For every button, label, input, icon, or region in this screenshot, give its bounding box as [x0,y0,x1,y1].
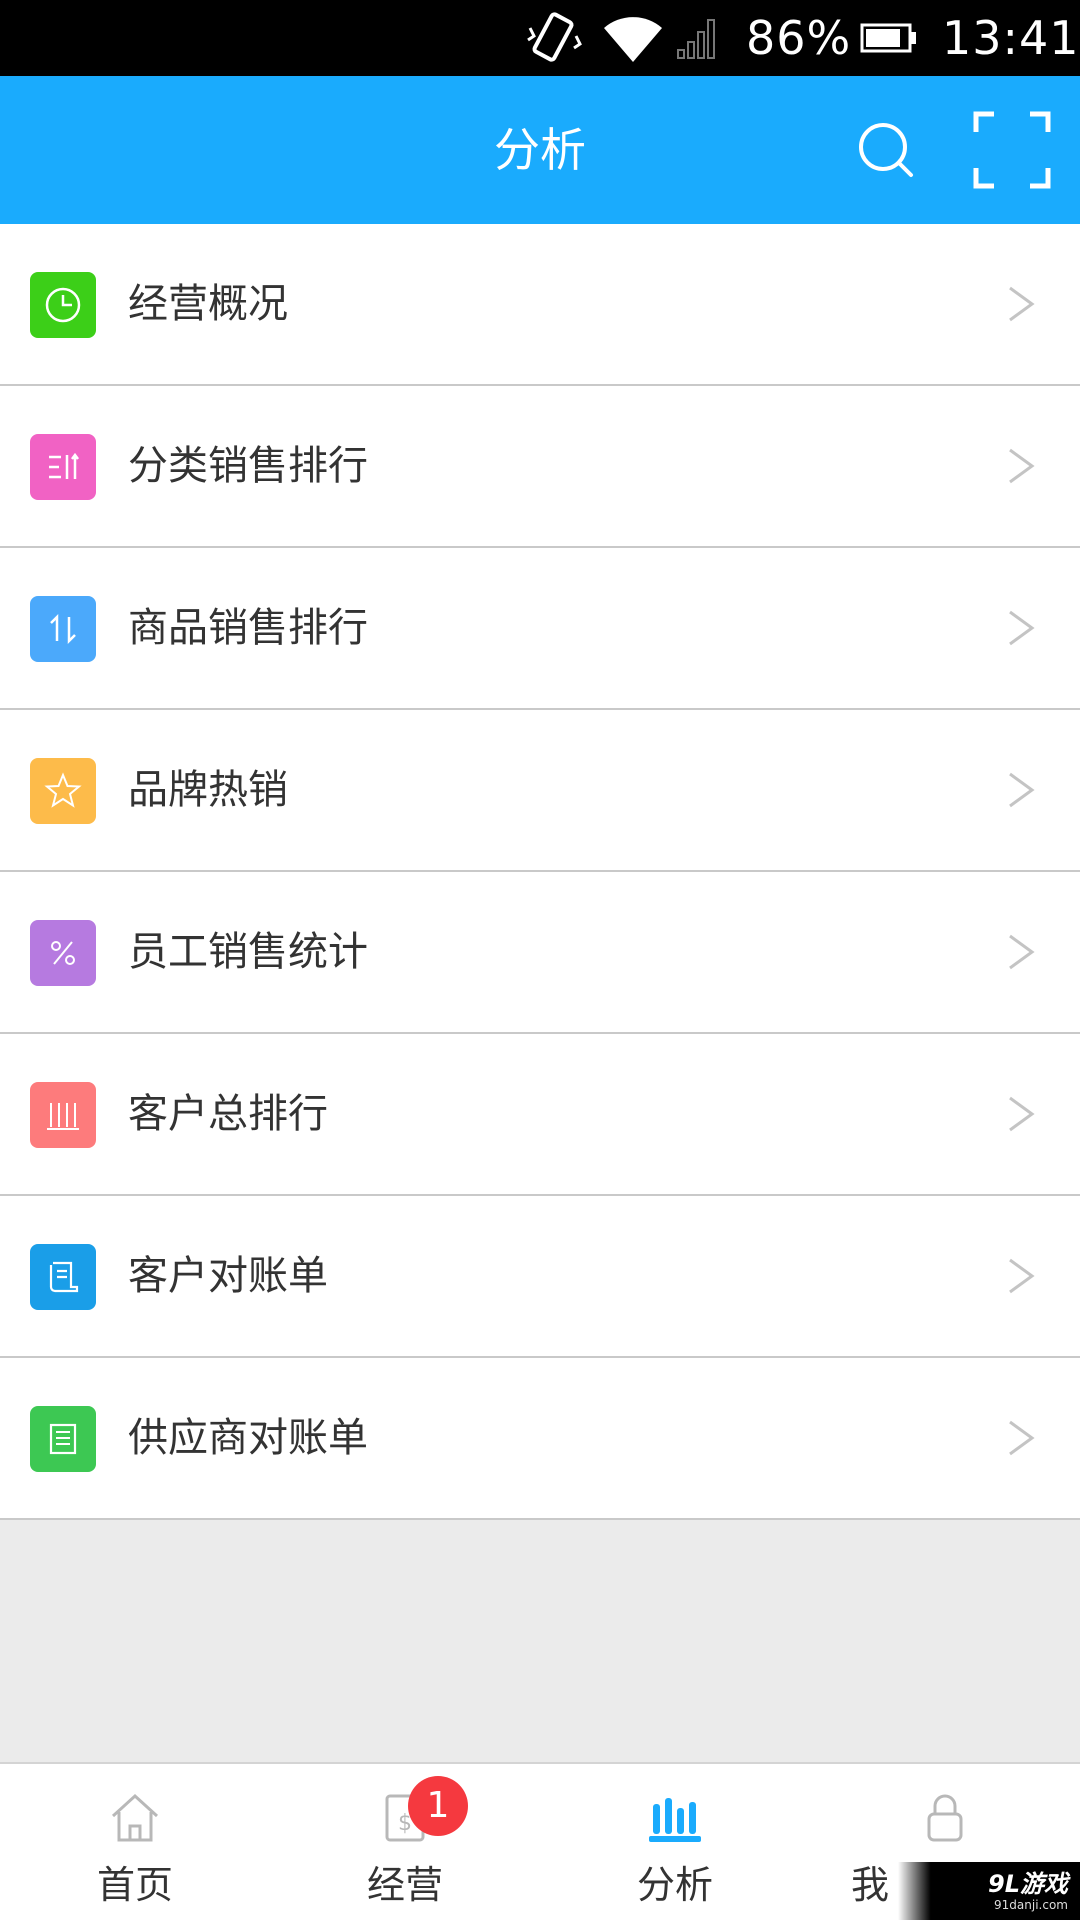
battery-percent: 86% [746,11,852,65]
scan-button[interactable] [968,106,1056,194]
tab-analysis[interactable]: 分析 [540,1764,810,1920]
list-item-label: 员工销售统计 [128,929,368,975]
list-item-label: 客户对账单 [128,1253,328,1299]
clock-icon [30,272,96,338]
list-item-overview[interactable]: 经营概况 [0,224,1080,386]
list-item-label: 供应商对账单 [128,1415,368,1461]
chevron-right-icon [1009,1420,1035,1456]
tab-business[interactable]: $ 1 经营 [270,1764,540,1920]
notification-badge: 1 [408,1776,468,1836]
list-item-customer-statement[interactable]: 客户对账单 [0,1196,1080,1358]
list-item-supplier-statement[interactable]: 供应商对账单 [0,1358,1080,1520]
receipt-icon [30,1244,96,1310]
tab-label: 经营 [366,1863,443,1907]
list-item-staff-sales-stats[interactable]: 员工销售统计 [0,872,1080,1034]
chart-icon [540,1790,810,1850]
watermark-url: 91danji.com [994,1898,1068,1912]
chevron-right-icon [1009,1096,1035,1132]
tab-label: 分析 [636,1863,713,1907]
percent-icon [30,920,96,986]
list-item-customer-total-rank[interactable]: 客户总排行 [0,1034,1080,1196]
app-header: 分析 [0,76,1080,224]
document-icon [30,1406,96,1472]
signal-icon [676,0,720,76]
vibrate-icon [524,0,584,76]
analysis-menu-list: 经营概况 分类销售排行 商品销售排行 品牌热销 员工销售统计 客户总排行 客户对… [0,224,1080,1520]
search-icon [859,123,913,177]
chevron-right-icon [1009,772,1035,808]
lock-icon [810,1790,1080,1850]
chevron-right-icon [1009,610,1035,646]
tab-label: 首页 [96,1863,173,1907]
list-item-label: 品牌热销 [128,767,288,813]
list-item-product-sales-rank[interactable]: 商品销售排行 [0,548,1080,710]
chevron-right-icon [1009,1258,1035,1294]
chevron-right-icon [1009,286,1035,322]
up-down-arrows-icon [30,596,96,662]
search-button[interactable] [842,106,930,194]
list-item-label: 经营概况 [128,281,288,327]
list-item-label: 分类销售排行 [128,443,368,489]
sort-icon [30,434,96,500]
watermark: 9L游戏 91danji.com [898,1862,1080,1920]
watermark-logo: 9L游戏 [988,1870,1068,1898]
battery-icon [860,0,918,76]
list-item-label: 客户总排行 [128,1091,328,1137]
chevron-right-icon [1009,934,1035,970]
list-item-label: 商品销售排行 [128,605,368,651]
clock-time: 13:41 [942,11,1080,65]
tab-home[interactable]: 首页 [0,1764,270,1920]
bill-icon: $ [270,1790,540,1850]
status-bar: 86% 13:41 [0,0,1080,76]
list-item-category-sales-rank[interactable]: 分类销售排行 [0,386,1080,548]
scan-icon [973,111,1051,189]
list-item-brand-hot-sales[interactable]: 品牌热销 [0,710,1080,872]
home-icon [0,1790,270,1850]
wifi-icon [602,0,664,76]
bars-icon [30,1082,96,1148]
chevron-right-icon [1009,448,1035,484]
star-icon [30,758,96,824]
